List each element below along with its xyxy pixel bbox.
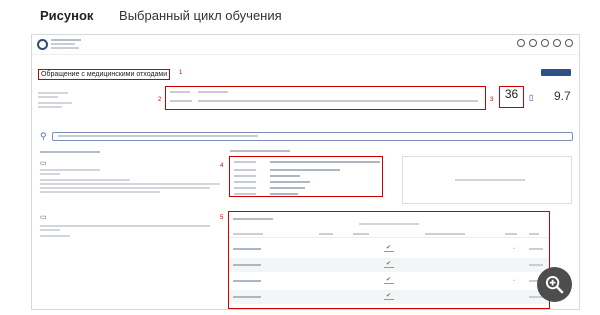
check-icon: ✔ [386,293,392,299]
marker-3: 3 [490,97,494,103]
table-row[interactable]: ✔ ▫ [229,274,549,288]
marker-2: 2 [158,97,162,103]
schedule-table: ✔ ▫ ✔ ✔ ▫ ✔ [228,211,550,309]
cycle-meta [38,90,72,108]
check-icon: ✔ [386,261,392,267]
hours-value: 36 [504,87,519,101]
hours-stat: 36 [499,86,524,108]
contact-info-box [229,156,383,197]
caption-prefix: Рисунок [40,8,94,23]
logo-text-line [51,47,79,49]
nav-icon[interactable] [553,39,561,47]
nav-icon[interactable] [529,39,537,47]
table-subtitle [359,223,419,225]
primary-action-button[interactable] [541,69,571,76]
marker-5: 5 [220,215,224,221]
row-date [233,296,261,298]
caption-text: Выбранный цикл обучения [119,8,282,23]
info-label [170,91,190,93]
row-date [233,264,261,266]
left-column: ▭ ▭ [40,149,225,237]
top-navigation [32,35,579,55]
info-value [198,100,478,102]
info-label [170,100,192,102]
row-date [233,248,261,250]
info-value [198,91,228,93]
nav-icons [517,39,573,47]
table-row[interactable]: ✔ [229,290,549,304]
marker-1: 1 [179,70,183,76]
score-value: 9.7 [554,89,571,103]
row-action[interactable] [529,248,543,250]
device-icon[interactable]: ▫ [513,278,515,284]
figure-caption: Рисунок Выбранный цикл обучения [40,8,282,23]
empty-text [455,179,525,181]
check-icon: ✔ [386,245,392,251]
nav-icon[interactable] [517,39,525,47]
table-title [233,218,273,220]
device-icon: ▭ [40,160,47,167]
table-header [229,233,549,238]
check-icon: ✔ [386,277,392,283]
marker-4: 4 [220,163,224,169]
row-date [233,280,261,282]
zoom-in-icon [545,275,564,294]
logo-text-line [51,43,75,45]
device-icon[interactable]: ▫ [513,246,515,252]
screenshot-frame: Обращение с медицинскими отходами 1 2 3 … [31,34,580,310]
logo-icon[interactable] [37,39,48,50]
book-icon: ▯ [529,93,534,102]
search-row: ⚲ [40,131,573,143]
page-title: Обращение с медицинскими отходами [38,69,171,80]
contact-section-title [230,149,290,152]
zoom-in-button[interactable] [537,267,572,302]
left-card: ▭ [40,159,225,193]
section-title [40,151,100,153]
search-input[interactable] [52,132,573,141]
search-icon: ⚲ [40,131,47,141]
table-row[interactable]: ✔ [229,258,549,272]
monitor-icon: ▭ [40,214,47,221]
left-card: ▭ [40,213,225,237]
row-action[interactable] [529,264,543,266]
search-text [58,135,258,137]
empty-placeholder-box [402,156,572,204]
logo-text-line [51,39,81,41]
nav-icon[interactable] [565,39,573,47]
table-row[interactable]: ✔ ▫ [229,242,549,256]
cycle-info-box [165,86,486,110]
nav-icon[interactable] [541,39,549,47]
